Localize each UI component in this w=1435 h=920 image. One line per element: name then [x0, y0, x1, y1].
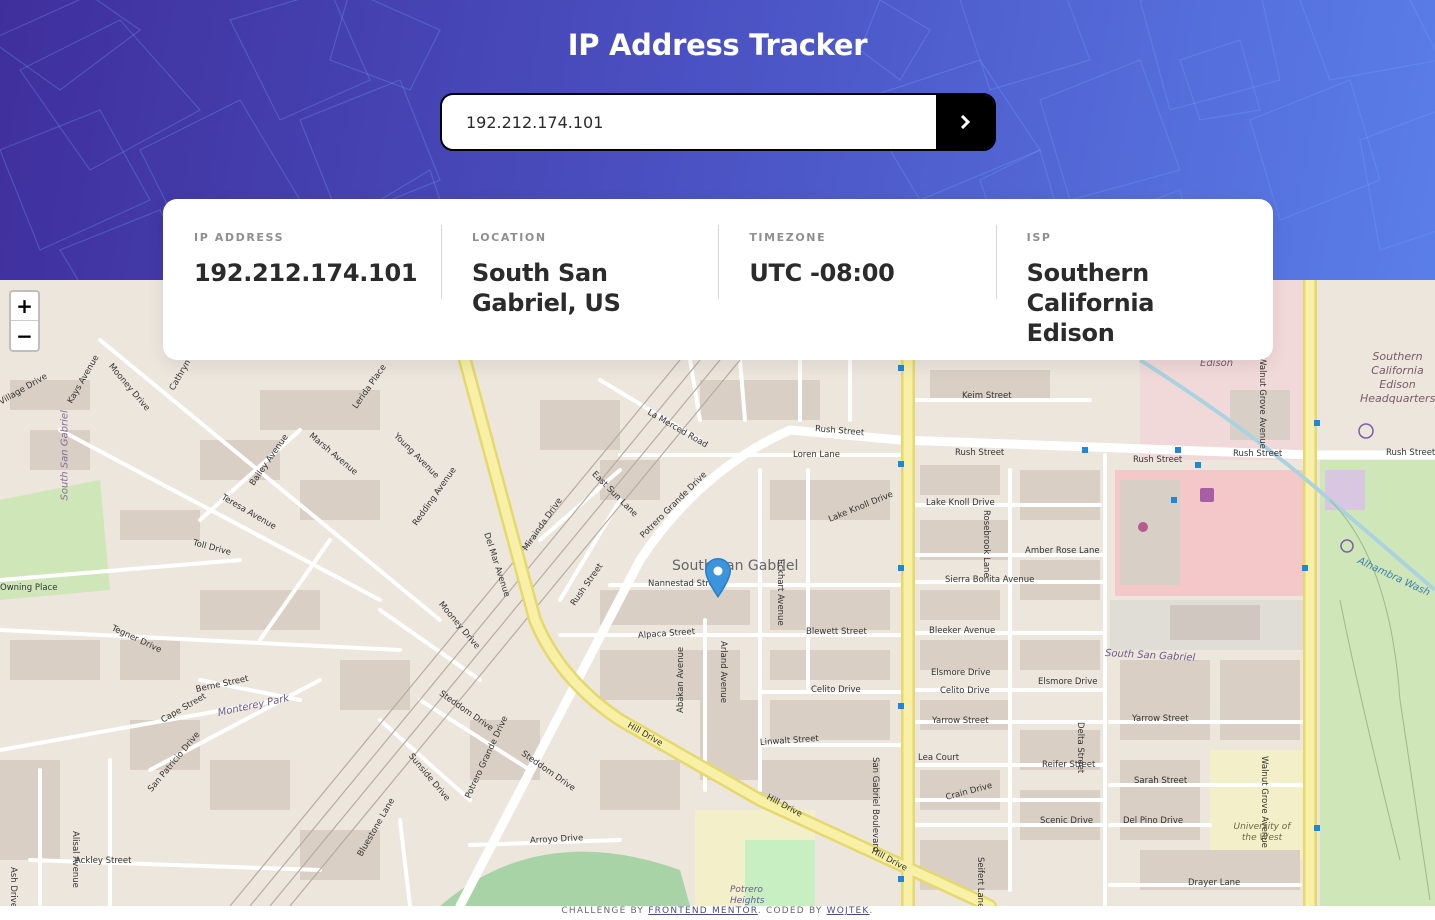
- info-location: LOCATION South San Gabriel, US: [441, 225, 718, 360]
- chevron-right-icon: [960, 115, 970, 129]
- map-street-label: San Gabriel Boulevard: [870, 757, 880, 853]
- map-street-label: Blewett Street: [806, 627, 867, 637]
- map-area-label: University of the West: [1233, 822, 1291, 843]
- map-street-label: Elsmore Drive: [1038, 677, 1098, 687]
- map-street-label: Amber Rose Lane: [1025, 546, 1100, 556]
- map-street-label: Yarrow Street: [1132, 714, 1189, 724]
- map-street-label: Keim Street: [962, 391, 1012, 401]
- map-street-label: Walnut Grove Avenue: [1257, 357, 1267, 449]
- zoom-control: + −: [9, 290, 40, 352]
- frontend-mentor-link[interactable]: FRONTEND MENTOR: [648, 906, 758, 916]
- search-form: [440, 93, 996, 151]
- map-street-label: Yarrow Street: [932, 716, 989, 726]
- map-street-label: Seifert Lane: [975, 857, 985, 906]
- map-street-label: Abakan Avenue: [676, 646, 686, 713]
- map-street-label: Delta Street: [1075, 722, 1085, 774]
- attribution-middle: . CODED BY: [757, 906, 823, 916]
- info-value: Southern California Edison: [1026, 259, 1155, 347]
- map-street-label: Ackley Street: [75, 856, 132, 866]
- author-link[interactable]: WOJTEK: [827, 906, 870, 916]
- map-street-label: Scenic Drive: [1040, 816, 1094, 826]
- ip-search-input[interactable]: [442, 95, 936, 149]
- map-street-label: Lea Court: [918, 753, 960, 763]
- info-label: TIMEZONE: [749, 231, 827, 244]
- map-street-label: Celito Drive: [940, 686, 990, 696]
- zoom-out-button[interactable]: −: [11, 321, 38, 350]
- map-street-label: Owning Place: [0, 583, 58, 593]
- zoom-in-button[interactable]: +: [11, 292, 38, 321]
- map-street-label: Reifer Street: [1042, 760, 1096, 770]
- map-area-label: Potrero Heights: [730, 885, 765, 906]
- map-street-label: Rush Street: [1133, 455, 1183, 465]
- map-street-label: Lake Knoll Drive: [926, 498, 995, 508]
- attribution-suffix: .: [869, 906, 874, 916]
- map-street-label: Arland Avenue: [718, 641, 728, 703]
- map-street-label: Rush Street: [1386, 448, 1435, 458]
- search-submit-button[interactable]: [936, 95, 994, 149]
- map-street-label: Drayer Lane: [1188, 878, 1241, 888]
- info-value: 192.212.174.101: [194, 259, 418, 287]
- info-label: IP ADDRESS: [194, 231, 285, 244]
- info-label: LOCATION: [472, 231, 547, 244]
- map-street-label: Eckhart Avenue: [775, 559, 785, 626]
- map-street-label: Del Pino Drive: [1123, 816, 1184, 826]
- info-value: South San Gabriel, US: [472, 259, 621, 317]
- map-street-label: Rosebrook Lane: [981, 510, 991, 578]
- map-street-label: Sarah Street: [1134, 776, 1188, 786]
- info-label: ISP: [1026, 231, 1052, 244]
- map-street-label: Bleeker Avenue: [929, 626, 996, 636]
- info-value: UTC -08:00: [749, 259, 895, 287]
- map-street-label: Ash Drive: [8, 867, 18, 906]
- page-title: IP Address Tracker: [567, 28, 868, 62]
- map-area-label: South San Gabriel: [59, 410, 71, 501]
- info-isp: ISP Southern California Edison: [995, 225, 1273, 360]
- map-street-label: Celito Drive: [811, 685, 861, 695]
- map-street-label: Elsmore Drive: [931, 668, 991, 678]
- info-ip-address: IP ADDRESS 192.212.174.101: [163, 225, 441, 360]
- map-area-label: Southern California Edison Headquarters: [1360, 350, 1435, 405]
- attribution: CHALLENGE BY FRONTEND MENTOR. CODED BY W…: [0, 906, 1435, 920]
- map-pin-icon[interactable]: [705, 558, 731, 598]
- info-timezone: TIMEZONE UTC -08:00: [718, 225, 995, 360]
- attribution-prefix: CHALLENGE BY: [561, 906, 645, 916]
- ip-info-card: IP ADDRESS 192.212.174.101 LOCATION Sout…: [163, 199, 1273, 360]
- map-street-label: Rush Street: [955, 448, 1005, 458]
- map-street-label: Loren Lane: [793, 450, 840, 460]
- map-street-label: Rush Street: [1233, 449, 1283, 459]
